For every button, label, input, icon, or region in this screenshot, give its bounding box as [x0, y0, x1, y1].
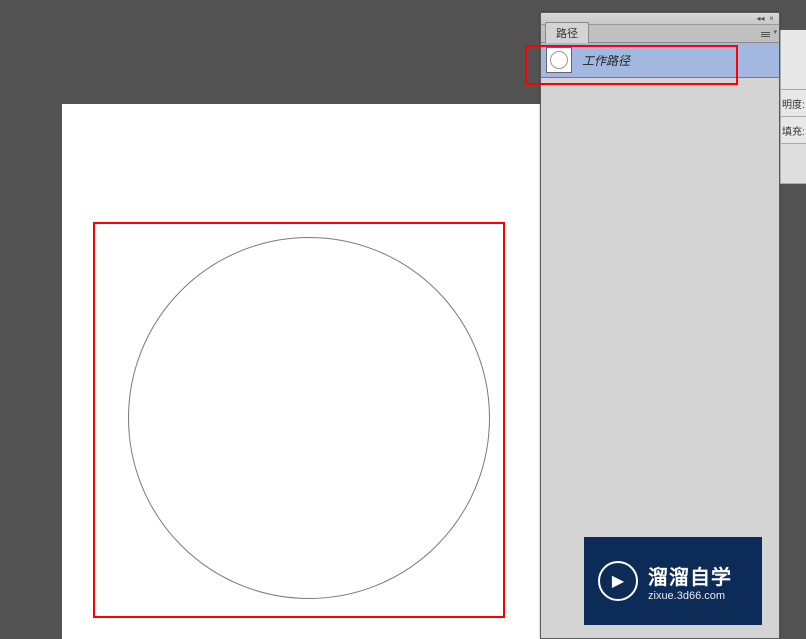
- watermark: ▶ 溜溜自学 zixue.3d66.com: [584, 537, 762, 625]
- side-item-fill[interactable]: 填充:: [781, 117, 806, 144]
- ellipse-path[interactable]: [128, 237, 490, 599]
- side-strip: [781, 30, 806, 90]
- tab-paths[interactable]: 路径: [545, 22, 589, 43]
- path-thumbnail: [546, 47, 572, 73]
- watermark-url: zixue.3d66.com: [648, 590, 732, 602]
- side-item-blank: [781, 144, 806, 184]
- tab-bar: 路径: [541, 25, 779, 43]
- panel-menu-icon[interactable]: [761, 28, 775, 40]
- watermark-text: 溜溜自学 zixue.3d66.com: [648, 561, 732, 602]
- collapse-icon[interactable]: ◂◂: [756, 15, 765, 23]
- close-icon[interactable]: ×: [767, 15, 776, 23]
- path-label: 工作路径: [582, 52, 630, 69]
- side-item-opacity[interactable]: 明度:: [781, 90, 806, 117]
- watermark-title: 溜溜自学: [648, 561, 732, 590]
- side-panel: 明度: 填充:: [780, 30, 806, 184]
- play-icon: ▶: [598, 561, 638, 601]
- path-item-work-path[interactable]: 工作路径: [541, 43, 779, 78]
